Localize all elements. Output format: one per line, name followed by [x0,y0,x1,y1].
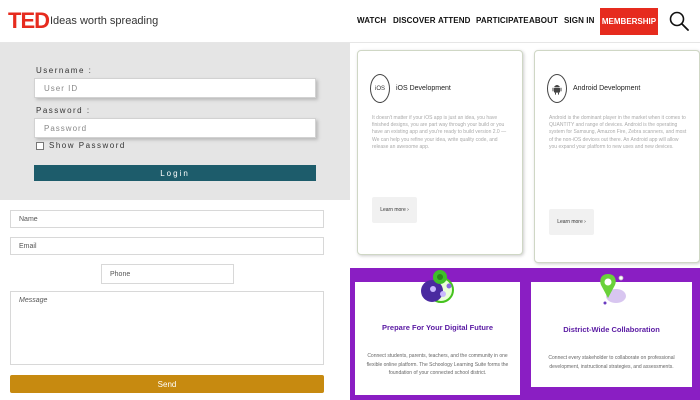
feature-title: District-Wide Collaboration [563,325,660,334]
username-label: Username : [36,66,93,75]
password-input[interactable] [34,118,316,138]
course-title: iOS Development [396,85,451,92]
show-password-row: Show Password [36,141,126,150]
course-card-android: Android Development Android is the domin… [534,50,700,263]
membership-button[interactable]: MEMBERSHIP [600,8,658,35]
nav-discover[interactable]: DISCOVER [393,16,436,26]
nav-attend[interactable]: ATTEND [438,16,470,26]
learn-more-button[interactable]: Learn more › [372,197,417,223]
apple-icon: iOS [370,74,390,103]
login-panel: Username : Password : Show Password Logi… [0,43,350,200]
send-button[interactable]: Send [10,375,324,393]
course-card-ios: iOS iOS Development It doesn't matter if… [357,50,523,255]
people-network-icon [421,270,454,303]
course-description: Android is the dominant player in the ma… [549,115,687,150]
show-password-checkbox[interactable] [36,141,44,150]
login-button[interactable]: Login [34,165,316,181]
message-textarea[interactable]: Message [10,291,324,365]
username-input[interactable] [34,78,316,98]
feature-description: Connect students, parents, teachers, and… [366,353,509,376]
feature-description: Connect every stakeholder to collaborate… [548,355,675,370]
show-password-label: Show Password [49,141,126,150]
tagline: Ideas worth spreading [50,15,159,27]
phone-input[interactable]: Phone [101,264,234,284]
page: TED Ideas worth spreading WATCH DISCOVER… [0,0,700,400]
name-input[interactable]: Name [10,210,324,228]
location-pin-icon [600,274,626,305]
search-icon[interactable] [669,11,689,31]
nav-sign-in[interactable]: SIGN IN [564,16,594,26]
header: TED Ideas worth spreading WATCH DISCOVER… [0,0,700,43]
password-label: Password : [36,106,91,115]
android-icon [547,74,567,103]
email-input[interactable]: Email [10,237,324,255]
nav-participate[interactable]: PARTICIPATE [476,16,529,26]
nav-about[interactable]: ABOUT [529,16,558,26]
feature-title: Prepare For Your Digital Future [382,323,493,332]
course-description: It doesn't matter if your iOS app is jus… [372,115,507,150]
ted-logo[interactable]: TED [8,10,50,32]
nav-watch[interactable]: WATCH [357,16,386,26]
course-title: Android Development [573,85,641,92]
learn-more-button[interactable]: Learn more › [549,209,594,235]
